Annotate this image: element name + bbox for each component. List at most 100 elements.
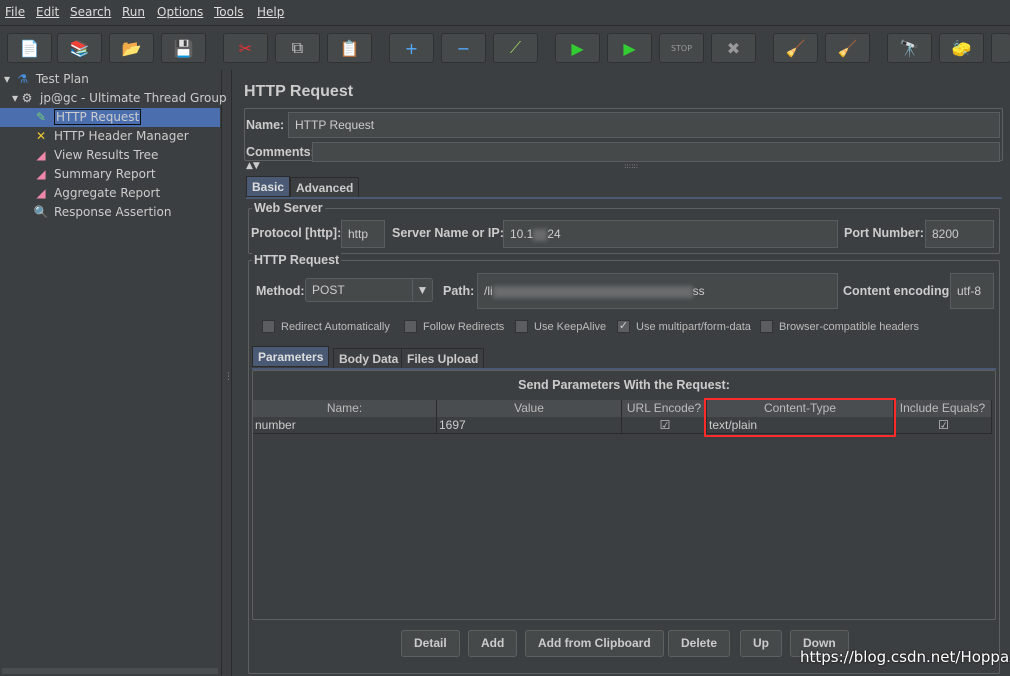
redirect-automatically-checkbox[interactable]: Redirect Automatically xyxy=(262,320,390,333)
tree-label: Response Assertion xyxy=(54,205,172,219)
reset-search-button[interactable]: 🧽 xyxy=(939,33,984,63)
tree-item-test-plan[interactable]: ▾ ⚗ Test Plan xyxy=(4,70,89,89)
tab-basic[interactable]: Basic xyxy=(246,176,291,197)
follow-redirects-checkbox[interactable]: Follow Redirects xyxy=(404,320,504,333)
start-no-pauses-button[interactable]: ▶ xyxy=(607,33,652,63)
column-header-include-equals[interactable]: Include Equals? xyxy=(894,400,992,417)
horizontal-scrollbar[interactable] xyxy=(2,668,218,674)
use-multipart-checkbox[interactable]: ✓ Use multipart/form-data xyxy=(617,320,751,333)
delete-button[interactable]: Delete xyxy=(668,630,731,657)
tree-item-http-request[interactable]: ✎ HTTP Request xyxy=(0,108,220,127)
cell-name[interactable]: number xyxy=(253,417,437,434)
server-field[interactable]: 10.1 24 xyxy=(503,220,838,248)
save-button[interactable]: 💾 xyxy=(161,33,206,63)
checkbox-icon xyxy=(404,320,417,333)
method-dropdown[interactable]: POST ▼ xyxy=(305,278,433,302)
clear-all-button[interactable]: 🧹 xyxy=(825,33,870,63)
menu-file[interactable]: File xyxy=(5,5,25,19)
start-no-pauses-icon: ▶ xyxy=(623,38,636,58)
stop-icon: STOP xyxy=(670,43,693,53)
expand-button[interactable]: + xyxy=(389,33,434,63)
column-header-value[interactable]: Value xyxy=(437,400,622,417)
tab-parameters[interactable]: Parameters xyxy=(252,346,330,367)
menu-search[interactable]: Search xyxy=(70,5,111,19)
cell-url-encode[interactable]: ☑ xyxy=(622,417,707,434)
port-field[interactable]: 8200 xyxy=(925,220,994,248)
gear-icon: ⚙ xyxy=(21,91,33,105)
server-value-start: 10.1 xyxy=(510,227,534,241)
port-label: Port Number: xyxy=(844,226,924,240)
templates-button[interactable]: 📚 xyxy=(57,33,102,63)
path-field[interactable]: /li ss xyxy=(477,273,838,309)
method-label: Method: xyxy=(256,284,305,298)
name-label: Name: xyxy=(246,118,285,132)
chevron-down-icon[interactable]: ▼ xyxy=(412,279,432,301)
toggle-icon: ⟋ xyxy=(509,38,522,57)
web-server-title: Web Server xyxy=(252,201,325,215)
cell-value[interactable]: 1697 xyxy=(437,417,622,434)
encoding-field[interactable]: utf-8 xyxy=(950,273,994,309)
open-button[interactable]: 📂 xyxy=(109,33,154,63)
protocol-field[interactable]: http xyxy=(341,220,385,248)
paste-icon: 📋 xyxy=(339,38,360,58)
up-button[interactable]: Up xyxy=(740,630,782,657)
checkmark-icon: ✓ xyxy=(617,320,630,333)
tree-item-response-assertion[interactable]: 🔍 Response Assertion xyxy=(32,203,172,222)
tab-advanced[interactable]: Advanced xyxy=(290,177,360,198)
tree-item-view-results-tree[interactable]: ◢ View Results Tree xyxy=(32,146,158,165)
paste-button[interactable]: 📋 xyxy=(327,33,372,63)
tree-item-summary-report[interactable]: ◢ Summary Report xyxy=(32,165,155,184)
new-icon: 📄 xyxy=(19,38,40,58)
server-label: Server Name or IP: xyxy=(392,226,504,240)
tree-item-header-manager[interactable]: ✕ HTTP Header Manager xyxy=(32,127,189,146)
search-button[interactable]: 🔭 xyxy=(887,33,932,63)
comments-field[interactable] xyxy=(312,142,1000,162)
copy-button[interactable]: ⧉ xyxy=(275,33,320,63)
add-button[interactable]: Add xyxy=(468,630,518,657)
menu-help[interactable]: Help xyxy=(257,5,284,19)
start-icon: ▶ xyxy=(571,38,584,58)
tab-body-data[interactable]: Body Data xyxy=(333,348,405,369)
page-title: HTTP Request xyxy=(244,83,354,100)
cell-include-equals[interactable]: ☑ xyxy=(894,417,992,434)
checkbox-icon xyxy=(760,320,773,333)
chart-icon: ◢ xyxy=(36,167,46,181)
detail-button[interactable]: Detail xyxy=(401,630,460,657)
name-field[interactable]: HTTP Request xyxy=(288,112,1000,138)
tree-item-aggregate-report[interactable]: ◢ Aggregate Report xyxy=(32,184,160,203)
menu-edit[interactable]: Edit xyxy=(36,5,59,19)
splitter-grip[interactable]: :::::: xyxy=(624,162,638,170)
cut-button[interactable]: ✂ xyxy=(223,33,268,63)
menu-run[interactable]: Run xyxy=(122,5,145,19)
menu-tools[interactable]: Tools xyxy=(214,5,244,19)
shutdown-button[interactable]: ✖ xyxy=(711,33,756,63)
clear-button[interactable]: 🧹 xyxy=(773,33,818,63)
more-button[interactable] xyxy=(991,33,1010,63)
toggle-button[interactable]: ⟋ xyxy=(493,33,538,63)
start-button[interactable]: ▶ xyxy=(555,33,600,63)
redacted-blur xyxy=(533,228,548,241)
collapse-arrows-icon[interactable]: ▲▼ xyxy=(246,161,260,171)
new-button[interactable]: 📄 xyxy=(7,33,52,63)
checkmark-icon: ☑ xyxy=(659,418,671,432)
menu-options[interactable]: Options xyxy=(157,5,203,19)
tab-files-upload[interactable]: Files Upload xyxy=(401,348,485,369)
chart-icon: ◢ xyxy=(36,186,46,200)
add-from-clipboard-button[interactable]: Add from Clipboard xyxy=(525,630,664,657)
use-keepalive-checkbox[interactable]: Use KeepAlive xyxy=(515,320,606,333)
highlight-box xyxy=(704,398,896,437)
checkbox-icon xyxy=(515,320,528,333)
tree-item-thread-group[interactable]: ▾ ⚙ jp@gc - Ultimate Thread Group xyxy=(12,89,227,108)
tree-label: Test Plan xyxy=(35,72,89,86)
collapse-button[interactable]: − xyxy=(441,33,486,63)
column-header-name[interactable]: Name: xyxy=(253,400,437,417)
stop-button[interactable]: STOP xyxy=(659,33,704,63)
watermark: https://blog.csdn.net/Hoppaz xyxy=(800,648,1010,666)
copy-icon: ⧉ xyxy=(291,38,304,57)
templates-icon: 📚 xyxy=(69,38,90,58)
path-value-end: ss xyxy=(692,284,705,298)
protocol-label: Protocol [http]: xyxy=(251,226,342,240)
browser-compatible-headers-checkbox[interactable]: Browser-compatible headers xyxy=(760,320,919,333)
column-header-url-encode[interactable]: URL Encode? xyxy=(622,400,707,417)
clear-icon: 🧹 xyxy=(785,38,806,58)
